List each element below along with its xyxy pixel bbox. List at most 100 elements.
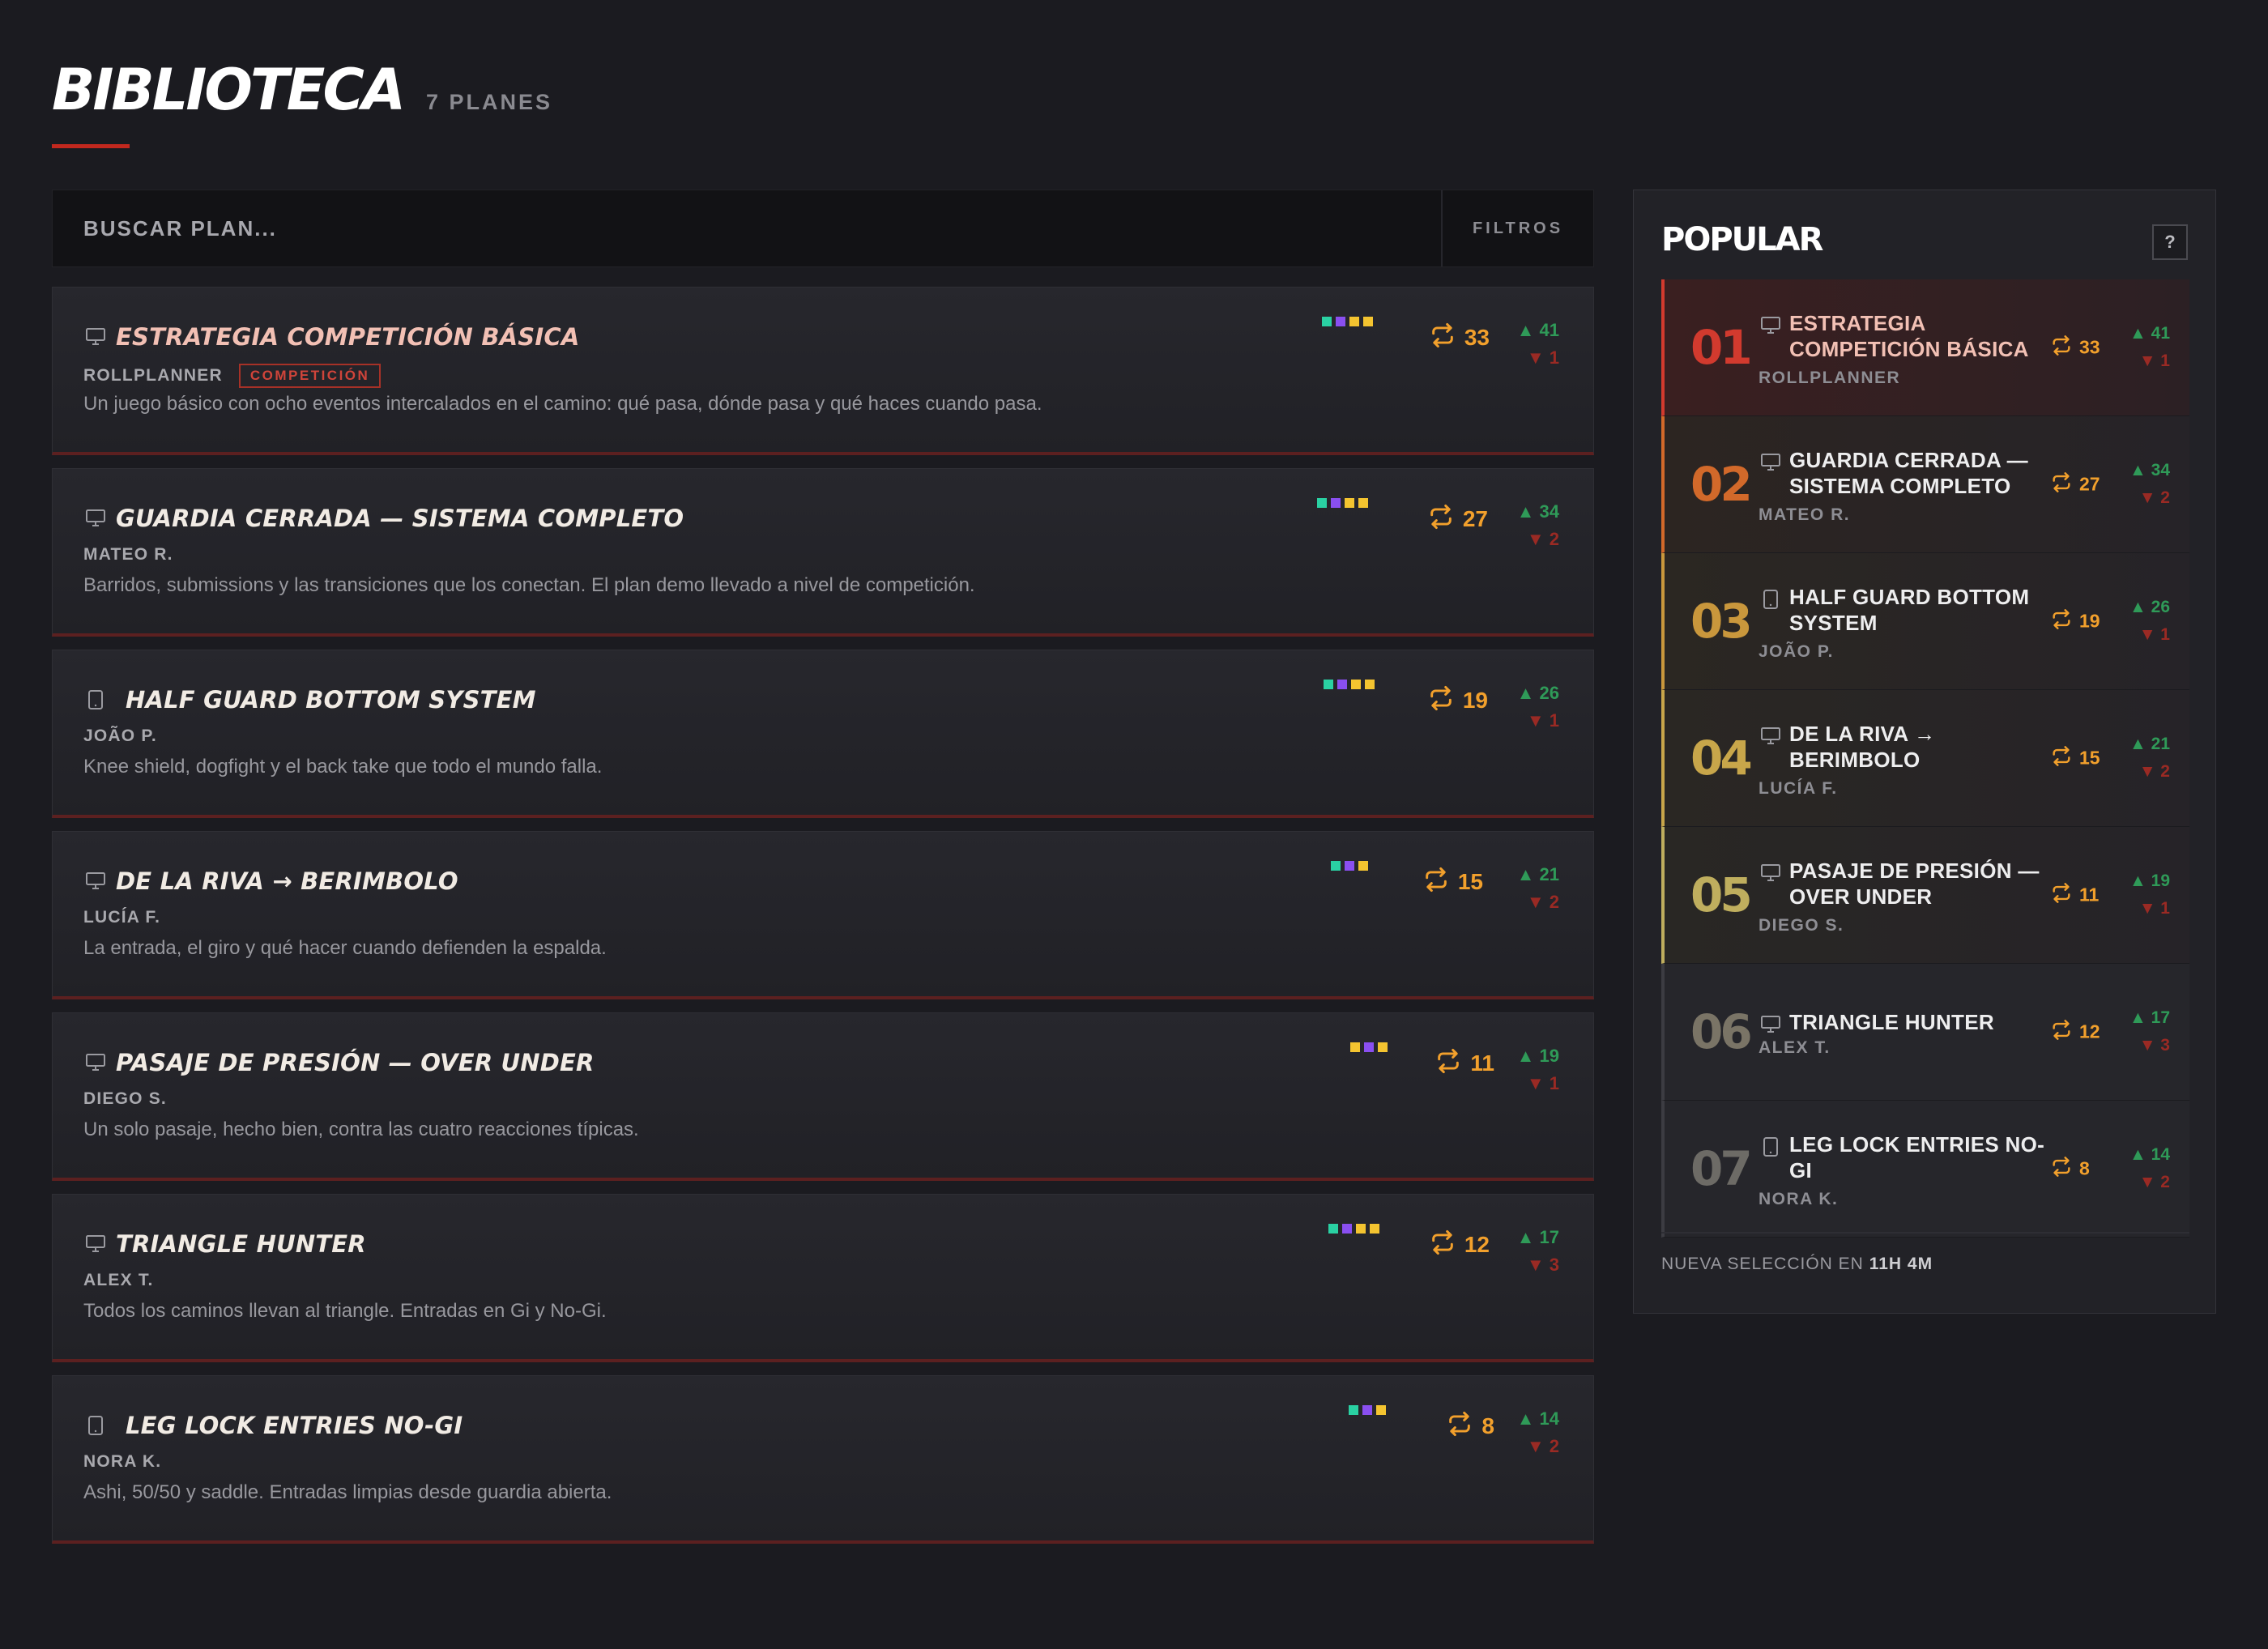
downvote-button[interactable]: ▼ 2 [1517, 892, 1559, 913]
plan-card[interactable]: DE LA RIVA → BERIMBOLO LUCÍA F. La entra… [52, 831, 1594, 999]
monitor-icon [1759, 313, 1783, 338]
upvote-button[interactable]: ▲ 26 [2129, 598, 2170, 617]
plan-title[interactable]: LEG LOCK ENTRIES NO-GI [126, 1412, 463, 1439]
popular-title-link[interactable]: PASAJE DE PRESIÓN — OVER UNDER [1789, 858, 2048, 910]
plan-title[interactable]: ESTRATEGIA COMPETICIÓN BÁSICA [116, 323, 579, 351]
upvote-button[interactable]: ▲ 14 [1517, 1408, 1559, 1430]
upvote-button[interactable]: ▲ 34 [1517, 501, 1559, 522]
plan-author[interactable]: NORA K. [83, 1452, 161, 1472]
popular-title-link[interactable]: LEG LOCK ENTRIES NO-GI [1789, 1131, 2048, 1183]
remix-button[interactable]: 33 [1429, 322, 1490, 353]
color-tag [1342, 1224, 1352, 1234]
popular-author: DIEGO S. [1759, 916, 1844, 935]
remix-button[interactable]: 12 [1429, 1229, 1490, 1260]
downvote-button[interactable]: ▼ 1 [1517, 710, 1559, 731]
upvote-button[interactable]: ▲ 41 [2129, 324, 2170, 343]
upvote-button[interactable]: ▲ 17 [2129, 1008, 2170, 1028]
upvote-button[interactable]: ▲ 41 [1517, 320, 1559, 341]
popular-item[interactable]: 07 LEG LOCK ENTRIES NO-GI NORA K. 8 ▲ 14… [1661, 1101, 2189, 1238]
popular-title-link[interactable]: HALF GUARD BOTTOM SYSTEM [1789, 584, 2048, 636]
color-tag [1358, 861, 1368, 871]
plan-title[interactable]: PASAJE DE PRESIÓN — OVER UNDER [116, 1049, 595, 1076]
card-title-row: LEG LOCK ENTRIES NO-GI [83, 1412, 463, 1439]
popular-title-link[interactable]: TRIANGLE HUNTER [1789, 1009, 2048, 1035]
page-header: BIBLIOTECA 7 PLANES [52, 62, 552, 118]
card-author-row: MATEO R. [83, 545, 173, 565]
upvote-button[interactable]: ▲ 34 [2129, 461, 2170, 480]
popular-title-link[interactable]: GUARDIA CERRADA — SISTEMA COMPLETO [1789, 447, 2048, 499]
upvote-button[interactable]: ▲ 17 [1517, 1227, 1559, 1248]
tablet-icon [83, 688, 108, 712]
remix-button[interactable]: 19 [1427, 684, 1488, 716]
remix-button[interactable]: 11 [2050, 882, 2099, 909]
upvote-button[interactable]: ▲ 21 [1517, 864, 1559, 885]
remix-button[interactable]: 27 [1427, 503, 1488, 535]
remix-button[interactable]: 8 [1446, 1410, 1494, 1442]
remix-button[interactable]: 11 [1435, 1047, 1494, 1079]
downvote-button[interactable]: ▼ 2 [2129, 762, 2170, 782]
plan-card[interactable]: PASAJE DE PRESIÓN — OVER UNDER DIEGO S. … [52, 1012, 1594, 1181]
filters-button[interactable]: FILTROS [1441, 190, 1593, 266]
popular-author: LUCÍA F. [1759, 779, 1838, 798]
plan-author[interactable]: DIEGO S. [83, 1089, 167, 1109]
plan-title[interactable]: GUARDIA CERRADA — SISTEMA COMPLETO [116, 505, 684, 532]
upvote-button[interactable]: ▲ 21 [2129, 735, 2170, 754]
remix-button[interactable]: 8 [2050, 1156, 2090, 1182]
remix-button[interactable]: 12 [2050, 1019, 2100, 1046]
plan-author[interactable]: LUCÍA F. [83, 908, 160, 927]
plan-author[interactable]: MATEO R. [83, 545, 173, 565]
plan-title[interactable]: TRIANGLE HUNTER [116, 1230, 366, 1258]
plan-author[interactable]: JOÃO P. [83, 726, 157, 746]
popular-title-link[interactable]: DE LA RIVA → BERIMBOLO [1789, 721, 2048, 773]
upvote-button[interactable]: ▲ 14 [2129, 1145, 2170, 1165]
plan-author[interactable]: ALEX T. [83, 1271, 154, 1290]
popular-item[interactable]: 05 PASAJE DE PRESIÓN — OVER UNDER DIEGO … [1661, 827, 2189, 964]
rank-number: 07 [1690, 1141, 1753, 1196]
remix-icon [1427, 503, 1455, 535]
plan-card[interactable]: ESTRATEGIA COMPETICIÓN BÁSICA ROLLPLANNE… [52, 287, 1594, 455]
remix-button[interactable]: 33 [2050, 334, 2100, 361]
plan-card[interactable]: LEG LOCK ENTRIES NO-GI NORA K. Ashi, 50/… [52, 1375, 1594, 1544]
plan-title[interactable]: DE LA RIVA → BERIMBOLO [116, 867, 458, 895]
search-input[interactable] [53, 190, 1441, 266]
plan-card[interactable]: GUARDIA CERRADA — SISTEMA COMPLETO MATEO… [52, 468, 1594, 637]
card-author-row: JOÃO P. [83, 726, 157, 746]
remix-button[interactable]: 19 [2050, 608, 2100, 635]
popular-item[interactable]: 06 TRIANGLE HUNTER ALEX T. 12 ▲ 17 ▼ 3 [1661, 964, 2189, 1101]
popular-title-link[interactable]: ESTRATEGIA COMPETICIÓN BÁSICA [1789, 310, 2048, 362]
plan-author[interactable]: ROLLPLANNER [83, 366, 223, 386]
help-button[interactable]: ? [2152, 224, 2188, 260]
popular-item[interactable]: 03 HALF GUARD BOTTOM SYSTEM JOÃO P. 19 ▲… [1661, 553, 2189, 690]
popular-title: POPULAR [1661, 221, 1823, 258]
color-tag [1331, 861, 1341, 871]
plan-title[interactable]: HALF GUARD BOTTOM SYSTEM [126, 686, 536, 714]
remix-button[interactable]: 27 [2050, 471, 2100, 498]
downvote-button[interactable]: ▼ 2 [1517, 1436, 1559, 1457]
plan-list: ESTRATEGIA COMPETICIÓN BÁSICA ROLLPLANNE… [52, 287, 1594, 1557]
tablet-icon [1759, 1135, 1783, 1159]
popular-item[interactable]: 04 DE LA RIVA → BERIMBOLO LUCÍA F. 15 ▲ … [1661, 690, 2189, 827]
downvote-button[interactable]: ▼ 1 [2129, 625, 2170, 645]
downvote-button[interactable]: ▼ 2 [2129, 488, 2170, 508]
rank-number: 02 [1690, 457, 1753, 512]
downvote-button[interactable]: ▼ 2 [2129, 1173, 2170, 1192]
popular-item[interactable]: 02 GUARDIA CERRADA — SISTEMA COMPLETO MA… [1661, 416, 2189, 553]
plan-card[interactable]: TRIANGLE HUNTER ALEX T. Todos los camino… [52, 1194, 1594, 1362]
upvote-button[interactable]: ▲ 26 [1517, 683, 1559, 704]
popular-item[interactable]: 01 ESTRATEGIA COMPETICIÓN BÁSICA ROLLPLA… [1661, 279, 2189, 416]
color-tag [1356, 1224, 1366, 1234]
upvote-button[interactable]: ▲ 19 [2129, 871, 2170, 891]
monitor-icon [1759, 861, 1783, 885]
downvote-button[interactable]: ▼ 3 [2129, 1036, 2170, 1055]
card-author-row: NORA K. [83, 1452, 161, 1472]
downvote-button[interactable]: ▼ 1 [1517, 1073, 1559, 1094]
remix-button[interactable]: 15 [2050, 745, 2100, 772]
downvote-button[interactable]: ▼ 1 [2129, 899, 2170, 918]
upvote-button[interactable]: ▲ 19 [1517, 1046, 1559, 1067]
downvote-button[interactable]: ▼ 1 [2129, 352, 2170, 371]
downvote-button[interactable]: ▼ 1 [1517, 347, 1559, 369]
remix-button[interactable]: 15 [1422, 866, 1483, 897]
plan-card[interactable]: HALF GUARD BOTTOM SYSTEM JOÃO P. Knee sh… [52, 650, 1594, 818]
downvote-button[interactable]: ▼ 2 [1517, 529, 1559, 550]
downvote-button[interactable]: ▼ 3 [1517, 1255, 1559, 1276]
